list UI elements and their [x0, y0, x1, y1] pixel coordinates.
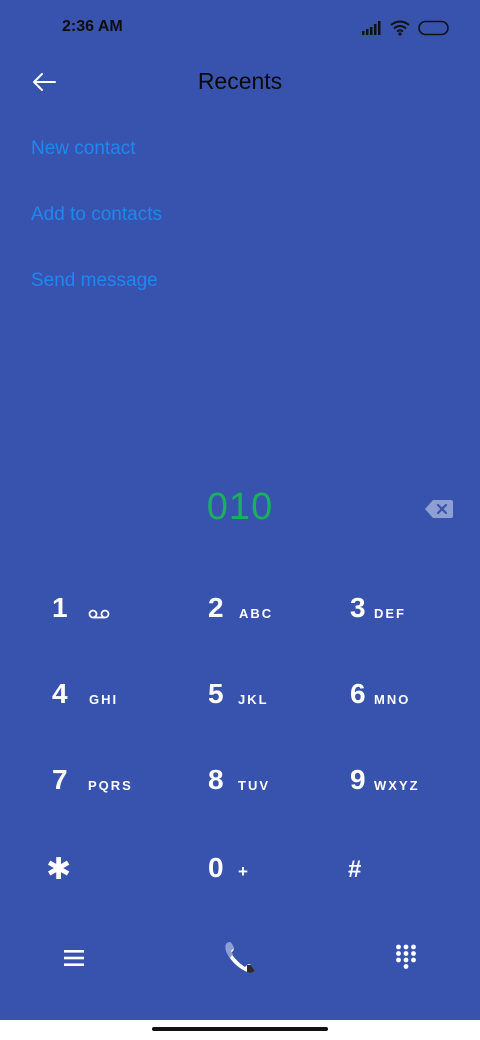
wifi-icon	[390, 20, 410, 36]
key-digit: 2	[208, 592, 224, 623]
key-digit: 7	[52, 764, 68, 795]
key-digit: #	[348, 856, 362, 883]
dialpad-button[interactable]	[384, 936, 428, 980]
backspace-button[interactable]	[424, 498, 454, 520]
key-letters: TUV	[238, 778, 270, 793]
key-digit: 1	[52, 592, 68, 623]
key-8[interactable]: 8 TUV	[208, 742, 348, 812]
key-3[interactable]: 3 DEF	[350, 570, 480, 640]
key-9[interactable]: 9 WXYZ	[350, 742, 480, 812]
key-digit: 0	[208, 852, 224, 883]
key-digit: 6	[350, 678, 366, 709]
dialpad-icon	[396, 944, 416, 969]
key-7[interactable]: 7 PQRS	[52, 742, 192, 812]
key-6[interactable]: 6 MNO	[350, 656, 480, 726]
key-letters: WXYZ	[374, 778, 420, 793]
key-digit: 9	[350, 764, 366, 795]
voicemail-icon	[88, 609, 110, 619]
battery-icon	[418, 20, 449, 36]
key-letters: GHI	[89, 692, 119, 707]
key-letters: MNO	[374, 692, 411, 707]
key-hash[interactable]: #	[348, 830, 480, 900]
new-contact-link[interactable]: New contact	[31, 138, 136, 160]
key-letters: JKL	[238, 692, 269, 707]
key-digit: ✱	[46, 853, 72, 886]
page-title: Recents	[197, 68, 283, 94]
call-button[interactable]	[218, 936, 262, 980]
phone-icon	[225, 941, 255, 973]
key-4[interactable]: 4 GHI	[52, 656, 192, 726]
key-digit: 8	[208, 764, 224, 795]
send-message-link[interactable]: Send message	[31, 270, 158, 292]
nav-handle[interactable]	[152, 1027, 328, 1031]
key-letters: ABC	[239, 606, 274, 621]
status-time: 2:36 AM	[62, 18, 123, 35]
key-letters: +	[238, 862, 250, 881]
header: Recents	[0, 56, 480, 108]
key-1[interactable]: 1	[52, 570, 192, 640]
key-letters: PQRS	[88, 778, 133, 793]
menu-icon	[64, 950, 84, 966]
key-digit: 3	[350, 592, 366, 623]
dialer-screen: 2:36 AM Recents New contact Add to conta…	[0, 0, 480, 1020]
key-2[interactable]: 2 ABC	[208, 570, 348, 640]
dialed-number: 010	[206, 486, 274, 528]
key-digit: 5	[208, 678, 224, 709]
menu-button[interactable]	[52, 936, 96, 980]
backspace-icon	[425, 500, 453, 518]
key-star[interactable]: ✱	[46, 830, 186, 900]
signal-icon	[362, 21, 381, 35]
key-5[interactable]: 5 JKL	[208, 656, 348, 726]
status-bar: 2:36 AM	[0, 0, 480, 56]
bottom-bar	[0, 928, 480, 988]
key-0[interactable]: 0 +	[208, 830, 348, 900]
add-to-contacts-link[interactable]: Add to contacts	[31, 204, 162, 226]
key-letters: DEF	[374, 606, 406, 621]
key-digit: 4	[52, 678, 68, 709]
status-icons	[362, 18, 450, 38]
